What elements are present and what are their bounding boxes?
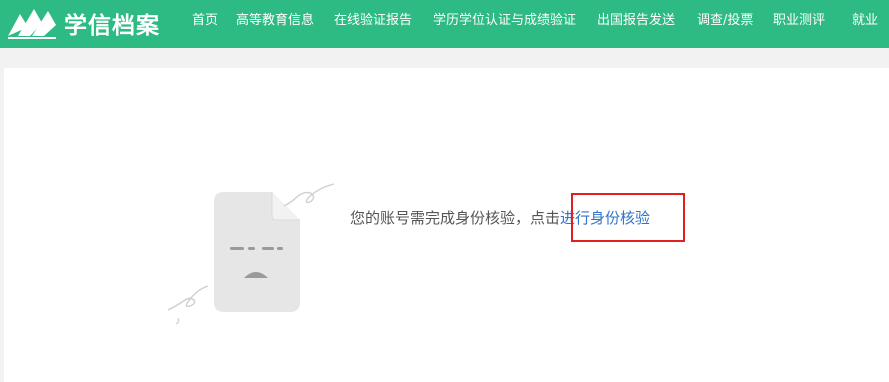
- nav-item-higher-education-info[interactable]: 高等教育信息: [236, 0, 314, 48]
- nav-item-career-assessment[interactable]: 职业测评: [773, 0, 825, 48]
- brand-name: 学信档案: [64, 13, 160, 39]
- nav-item-abroad-report-send[interactable]: 出国报告发送: [597, 0, 675, 48]
- nav-item-employment[interactable]: 就业: [852, 0, 878, 48]
- nav-item-survey-vote[interactable]: 调查/投票: [697, 0, 753, 48]
- highlight-annotation-box: [571, 193, 685, 242]
- top-navigation-bar: 学信档案 首页 高等教育信息 在线验证报告 学历学位认证与成绩验证 出国报告发送…: [0, 0, 889, 48]
- nav-item-online-verification-report[interactable]: 在线验证报告: [334, 0, 412, 48]
- message-text: 您的账号需完成身份核验，点击: [350, 209, 561, 227]
- nav-item-degree-certification[interactable]: 学历学位认证与成绩验证: [433, 0, 576, 48]
- sad-document-icon: [167, 183, 335, 325]
- main-content-panel: 您的账号需完成身份核验，点击进行身份核验: [4, 68, 889, 382]
- open-book-logo-icon: [8, 9, 56, 39]
- nav-item-home[interactable]: 首页: [192, 0, 218, 48]
- brand-logo[interactable]: 学信档案: [6, 5, 160, 41]
